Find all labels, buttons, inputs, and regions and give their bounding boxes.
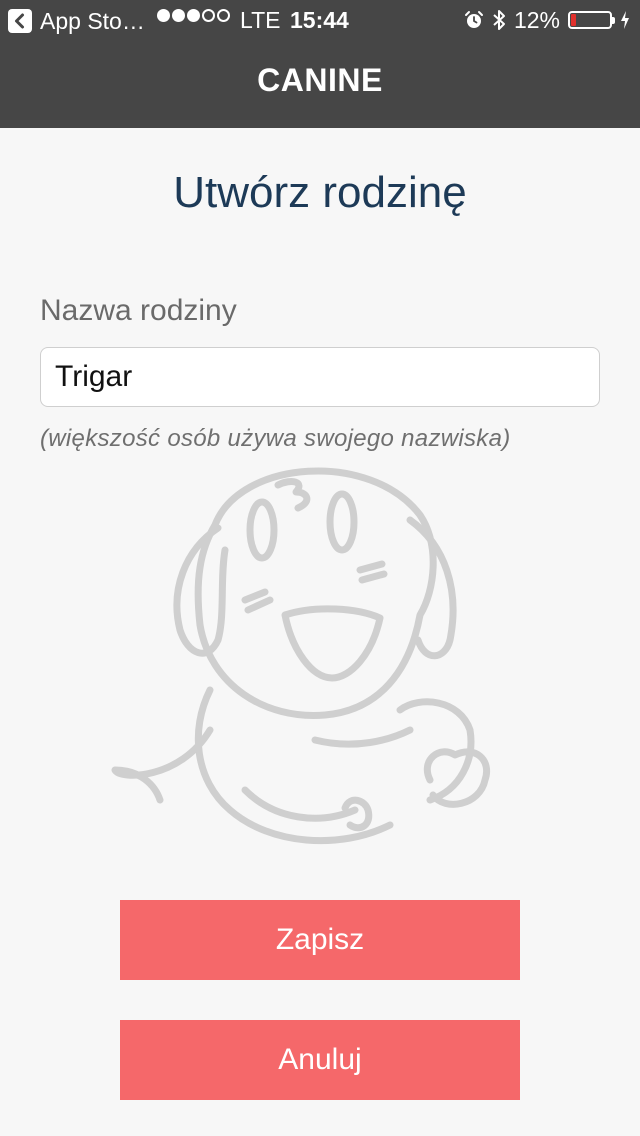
page-title: Utwórz rodzinę — [173, 168, 467, 217]
top-bar: App Sto… LTE 15:44 12% CANINE — [0, 0, 640, 128]
back-app-label: App Sto… — [40, 7, 145, 34]
nav-title: CANINE — [257, 62, 383, 98]
status-bar: App Sto… LTE 15:44 12% — [0, 0, 640, 40]
bluetooth-icon — [493, 10, 505, 30]
dog-illustration — [111, 467, 490, 845]
charging-bolt-icon — [621, 11, 629, 29]
clock: 15:44 — [290, 7, 349, 33]
network-type: LTE — [240, 7, 281, 33]
status-right: 12% — [464, 6, 630, 34]
signal-strength-icon — [157, 9, 230, 22]
battery-icon — [568, 11, 615, 29]
cancel-button[interactable]: Anuluj — [120, 1020, 520, 1100]
save-button[interactable]: Zapisz — [120, 900, 520, 980]
family-name-input[interactable] — [40, 347, 600, 407]
battery-level — [571, 14, 576, 26]
family-name-label: Nazwa rodziny — [40, 294, 237, 327]
back-arrow-icon — [8, 9, 32, 33]
battery-percent: 12% — [513, 6, 560, 33]
back-to-app-link[interactable]: App Sto… — [8, 7, 145, 35]
alarm-icon — [464, 11, 483, 28]
